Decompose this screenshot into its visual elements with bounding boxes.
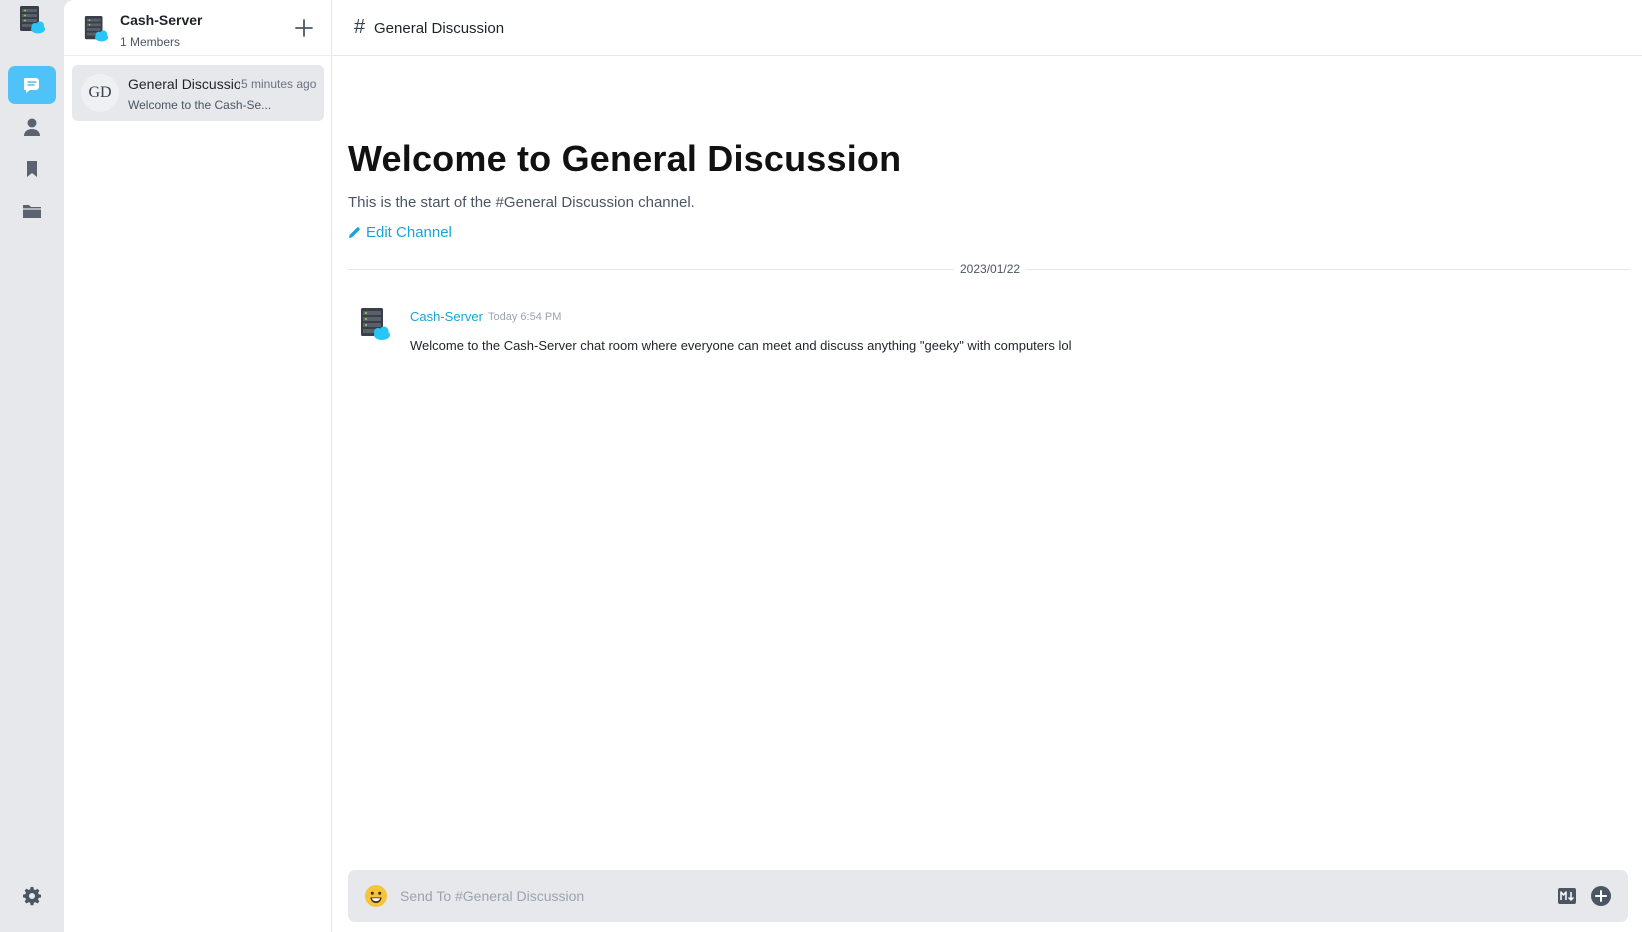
- channel-item-preview: Welcome to the Cash-Se...: [128, 98, 272, 112]
- edit-channel-label: Edit Channel: [366, 224, 452, 241]
- server-avatar-icon: [84, 16, 109, 42]
- message-avatar-icon[interactable]: [359, 307, 391, 341]
- server-header: Cash-Server 1 Members: [64, 0, 332, 56]
- smiley-emoji-icon[interactable]: [364, 884, 388, 908]
- folder-icon: [23, 205, 41, 218]
- message-text: Welcome to the Cash-Server chat room whe…: [410, 338, 1072, 353]
- settings-button[interactable]: [20, 884, 44, 908]
- message-input[interactable]: [400, 884, 1500, 908]
- nav-contacts-button[interactable]: [8, 108, 56, 146]
- left-rail: [0, 0, 64, 932]
- chat-header-title: General Discussion: [374, 20, 505, 37]
- channel-avatar: GD: [81, 74, 119, 112]
- nav-files-button[interactable]: [8, 192, 56, 230]
- workspace: Cash-Server 1 Members GD General Discuss…: [64, 0, 1642, 932]
- chat-main: # General Discussion Welcome to General …: [332, 0, 1642, 932]
- welcome-title: Welcome to General Discussion: [348, 138, 902, 179]
- server-member-count: 1 Members: [120, 35, 181, 49]
- server-name: Cash-Server: [120, 12, 203, 28]
- chat-bubble-icon: [24, 78, 39, 93]
- nav-bookmarks-button[interactable]: [8, 150, 56, 188]
- channel-list-panel: Cash-Server 1 Members GD General Discuss…: [64, 0, 332, 932]
- message-composer: [348, 870, 1628, 922]
- add-attachment-icon[interactable]: [1590, 885, 1612, 907]
- message-item: Cash-Server Today 6:54 PM Welcome to the…: [348, 304, 1628, 364]
- hash-icon: #: [354, 16, 366, 38]
- nav-chats-button[interactable]: [8, 66, 56, 104]
- pencil-icon: [349, 227, 360, 238]
- channel-item-general-discussion[interactable]: GD General Discussion 5 minutes ago Welc…: [72, 65, 324, 121]
- markdown-icon[interactable]: [1557, 886, 1577, 906]
- gear-icon: [23, 887, 41, 906]
- bookmark-icon: [27, 161, 37, 177]
- message-time: Today 6:54 PM: [488, 311, 562, 323]
- chat-header: # General Discussion: [332, 0, 1642, 56]
- add-channel-button[interactable]: [292, 16, 316, 40]
- user-icon: [24, 118, 40, 136]
- channel-item-time: 5 minutes ago: [241, 77, 317, 91]
- date-divider-label: 2023/01/22: [954, 262, 1027, 276]
- plus-icon: [295, 19, 313, 37]
- welcome-subtitle: This is the start of the #General Discus…: [348, 194, 695, 211]
- edit-channel-link[interactable]: Edit Channel: [348, 224, 452, 241]
- channel-item-title: General Discussion: [128, 76, 240, 92]
- server-logo-icon[interactable]: [18, 5, 46, 35]
- message-author[interactable]: Cash-Server: [410, 309, 483, 324]
